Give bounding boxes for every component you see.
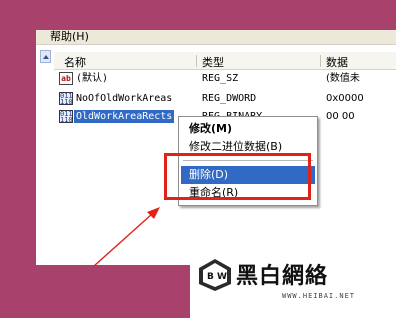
watermark: B W 黑白網絡 WWW.HEIBAI.NET — [190, 252, 396, 318]
value-data: (数值未 — [326, 73, 360, 84]
menu-item-modify[interactable]: 修改(M) — [181, 120, 315, 138]
column-header-name[interactable]: 名称 — [64, 54, 86, 70]
watermark-logo-text: B W — [207, 272, 227, 282]
scroll-up-arrow-icon[interactable] — [40, 50, 51, 63]
annotation-highlight-box — [164, 153, 311, 200]
registry-value-row[interactable]: ab (默认) REG_SZ (数值未 — [54, 70, 396, 88]
value-type: REG_SZ — [202, 73, 239, 84]
column-header-type[interactable]: 类型 — [202, 54, 224, 70]
value-type: REG_DWORD — [202, 93, 257, 104]
list-column-header: 名称 类型 数据 — [54, 52, 396, 70]
value-data: 0x0000 — [326, 93, 364, 104]
watermark-logo-icon: B W — [199, 259, 231, 291]
menu-bar: 帮助(H) — [36, 30, 396, 45]
registry-value-row[interactable]: 011 110 NoOfOldWorkAreas REG_DWORD 0x000… — [54, 90, 396, 108]
menu-help[interactable]: 帮助(H) — [50, 30, 89, 44]
value-name: NoOfOldWorkAreas — [76, 93, 173, 104]
string-value-icon: ab — [59, 72, 73, 85]
column-header-data[interactable]: 数据 — [326, 54, 348, 70]
binary-value-icon: 011 110 — [59, 92, 73, 106]
column-divider[interactable] — [320, 55, 321, 67]
column-divider[interactable] — [196, 55, 197, 67]
binary-value-icon: 011 110 — [59, 110, 73, 124]
value-name: OldWorkAreaRects — [74, 110, 175, 123]
value-name: (默认) — [76, 73, 109, 84]
value-data: 00 00 — [326, 111, 355, 122]
annotation-arrow-icon — [93, 207, 160, 267]
watermark-site-name: 黑白網絡 — [236, 263, 329, 289]
watermark-url: WWW.HEIBAI.NET — [282, 292, 356, 300]
